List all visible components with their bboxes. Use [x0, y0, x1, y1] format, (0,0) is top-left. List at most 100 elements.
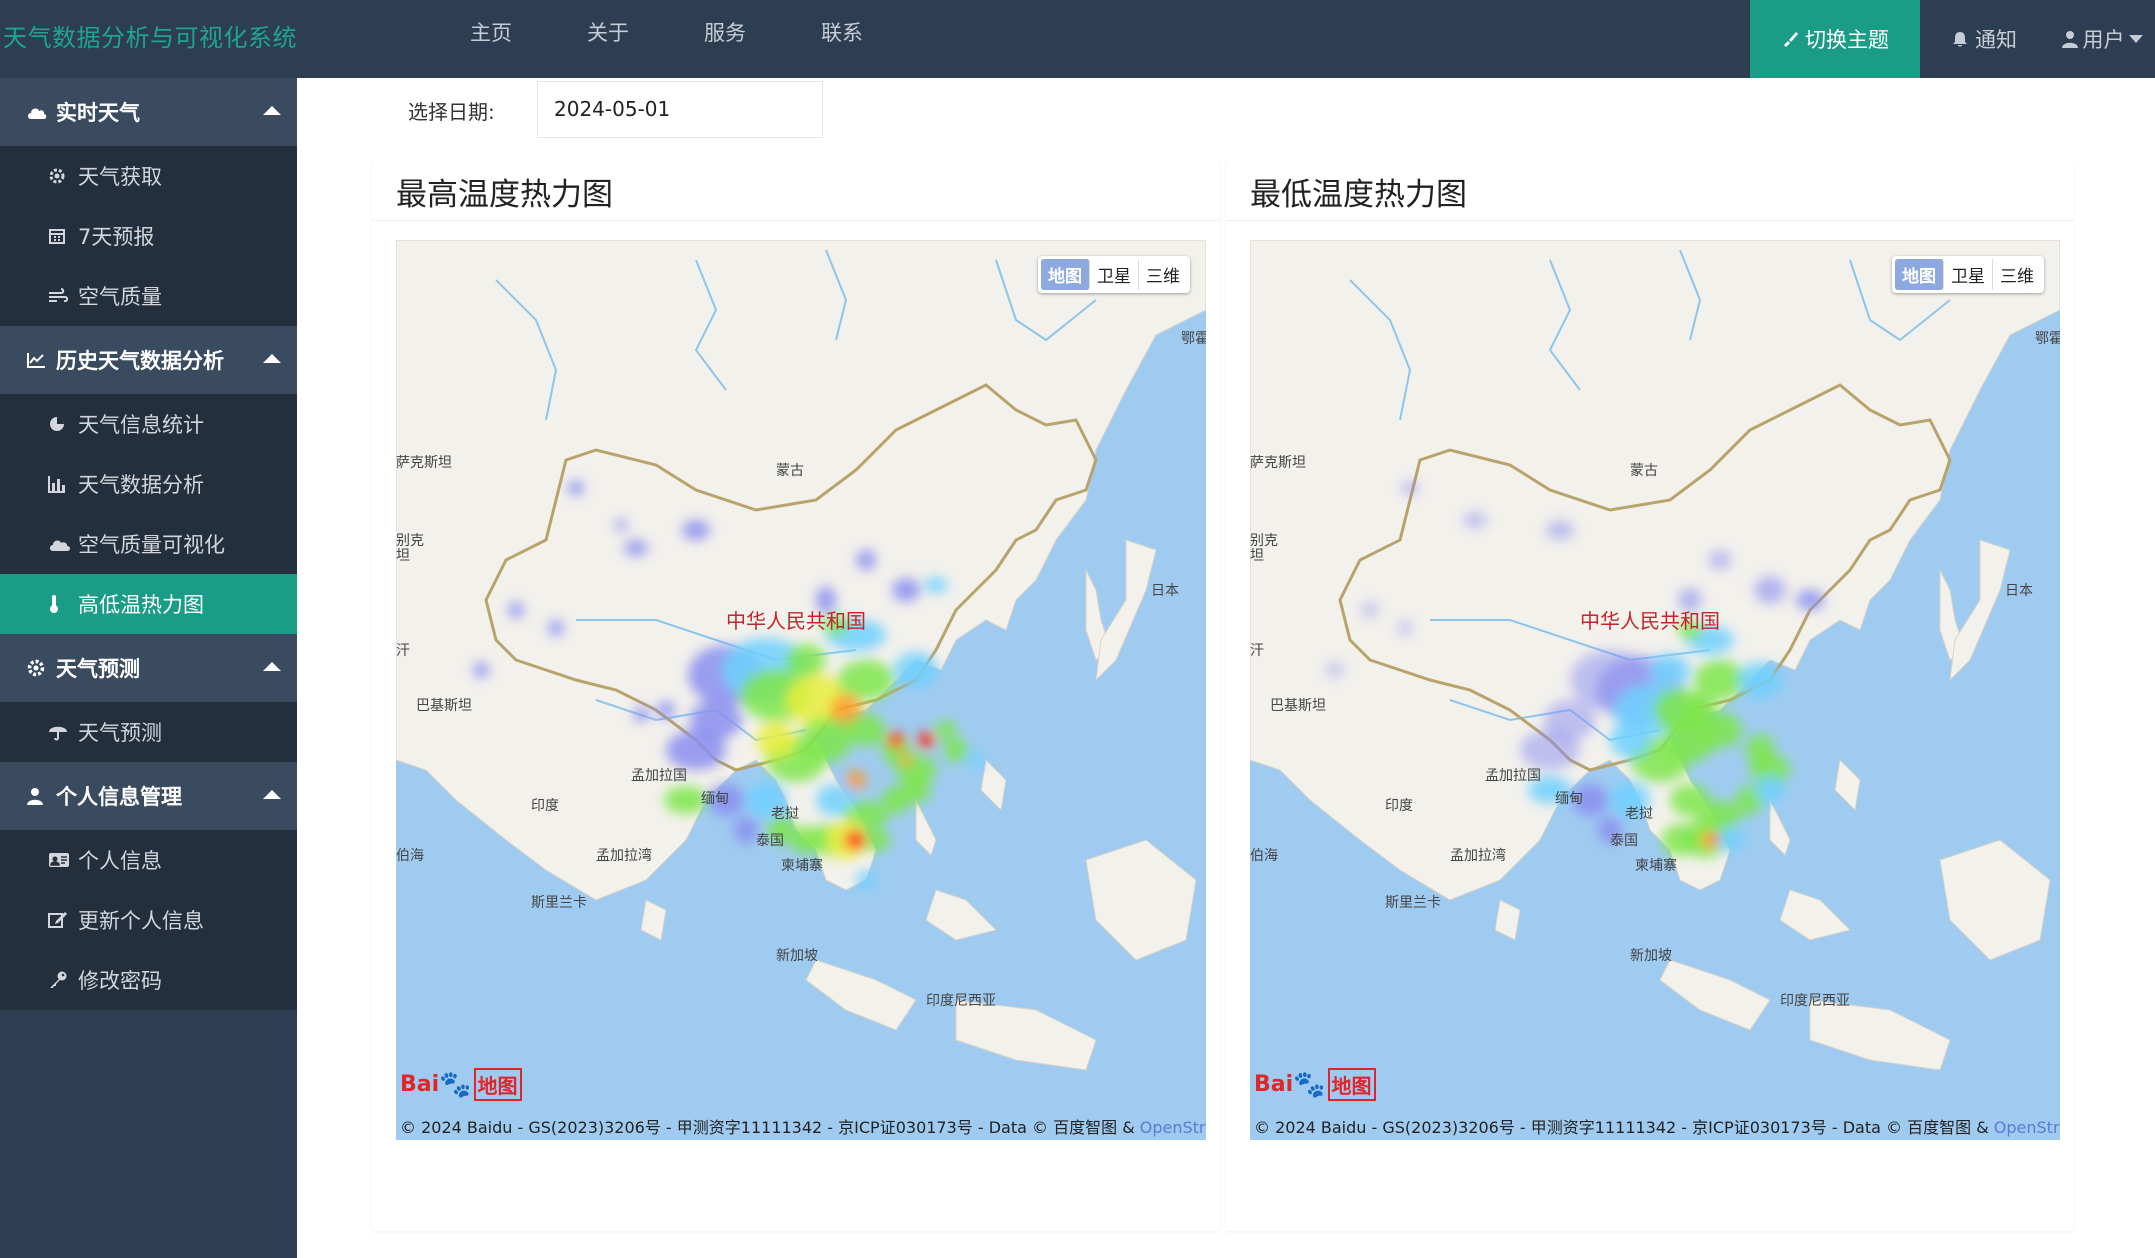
heat-spot: [682, 520, 710, 540]
osm-link[interactable]: OpenStreetMap: [1994, 1118, 2060, 1137]
sidebar-item-update-profile[interactable]: 更新个人信息: [0, 890, 297, 950]
baidu-logo[interactable]: Bai 🐾 地图: [1254, 1068, 1376, 1101]
map-label: 印度尼西亚: [926, 993, 996, 1009]
map-label: 巴基斯坦: [1270, 698, 1326, 714]
sidebar-item-air-quality[interactable]: 空气质量: [0, 266, 297, 326]
heat-spot: [944, 738, 968, 762]
caret-down-icon: [2128, 35, 2143, 43]
map-type-3d[interactable]: 三维: [1139, 259, 1187, 290]
map-label: 孟加拉湾: [1450, 848, 1506, 864]
sidebar-group-prediction[interactable]: 天气预测: [0, 634, 297, 702]
sidebar-item-label: 天气数据分析: [78, 473, 204, 497]
main-content: 选择日期: 2024-05-01 最高温度热力图 地图 卫星 三维 蒙古 萨克斯坦…: [297, 78, 2155, 1258]
sidebar-item-7day-forecast[interactable]: 7天预报: [0, 206, 297, 266]
map-type-satellite[interactable]: 卫星: [1944, 259, 1993, 290]
heat-spot: [892, 578, 920, 602]
osm-link[interactable]: OpenStreetMap: [1140, 1118, 1206, 1137]
map-label: 孟加拉国: [1485, 768, 1541, 784]
user-icon: [2061, 31, 2078, 48]
sidebar-item-label: 个人信息: [78, 849, 162, 873]
heat-spot: [1708, 550, 1732, 570]
sidebar-group-realtime[interactable]: 实时天气: [0, 78, 297, 146]
user-menu[interactable]: 用户: [2048, 0, 2155, 78]
sidebar-group-profile[interactable]: 个人信息管理: [0, 762, 297, 830]
min-temp-heatmap[interactable]: 地图 卫星 三维 蒙古 萨克斯坦 别克坦汗巴基斯坦 孟加拉国 印度 缅甸 老挝 泰国 柬埔寨 孟加…: [1250, 240, 2060, 1140]
heat-spot: [894, 652, 938, 688]
date-picker-input[interactable]: 2024-05-01: [537, 81, 823, 138]
sidebar-item-air-visualization[interactable]: 空气质量可视化: [0, 514, 297, 574]
sidebar-group-history[interactable]: 历史天气数据分析: [0, 326, 297, 394]
sidebar-item-weather-prediction[interactable]: 天气预测: [0, 702, 297, 762]
map-copyright: © 2024 Baidu - GS(2023)3206号 - 甲测资字11111…: [400, 1114, 1206, 1138]
map-label: 孟加拉国: [631, 768, 687, 784]
heat-spot: [1397, 620, 1413, 636]
map-label: 缅甸: [701, 791, 729, 807]
sidebar-item-weather-fetch[interactable]: 天气获取: [0, 146, 297, 206]
max-temp-panel: 最高温度热力图 地图 卫星 三维 蒙古 萨克斯坦 别克坦汗巴基斯坦 孟加拉国 印度 缅甸老…: [372, 161, 1220, 1231]
sidebar-item-label: 高低温热力图: [78, 593, 204, 617]
map-label: 伯海: [396, 848, 424, 864]
heat-spot: [1402, 480, 1418, 496]
nav-services[interactable]: 服务: [680, 0, 797, 78]
sidebar-item-profile-info[interactable]: 个人信息: [0, 830, 297, 890]
heat-spot: [856, 870, 876, 890]
map-label: 鄂霍: [2035, 331, 2060, 347]
sidebar-item-weather-analysis[interactable]: 天气数据分析: [0, 454, 297, 514]
map-label: 汗: [1250, 643, 1264, 659]
heat-spot: [862, 828, 890, 852]
nav-home[interactable]: 主页: [446, 0, 563, 78]
sidebar-item-label: 天气获取: [78, 165, 162, 189]
heat-spot: [473, 662, 489, 678]
map-type-normal[interactable]: 地图: [1041, 259, 1090, 290]
caret-up-icon: [263, 790, 281, 799]
notifications-button[interactable]: 通知: [1920, 0, 2048, 78]
switch-theme-button[interactable]: 切换主题: [1750, 0, 1920, 78]
notifications-label: 通知: [1975, 28, 2017, 52]
sidebar: 实时天气 天气获取 7天预报 空气质量 历史天气数据分析 天气信息统计 天气数据…: [0, 78, 297, 1258]
cloud-icon: [26, 104, 52, 120]
sidebar-item-label: 天气预测: [78, 721, 162, 745]
map-label: 印度: [531, 798, 559, 814]
map-label: 坦: [396, 548, 410, 564]
map-label: 老挝: [771, 806, 799, 822]
map-label: 萨克斯坦: [1250, 455, 1306, 471]
caret-up-icon: [263, 662, 281, 671]
map-label: 缅甸: [1555, 791, 1583, 807]
heat-spot: [1325, 662, 1345, 678]
thermometer-icon: [48, 594, 76, 614]
heat-spot: [1756, 776, 1784, 804]
max-temp-heatmap[interactable]: 地图 卫星 三维 蒙古 萨克斯坦 别克坦汗巴基斯坦 孟加拉国 印度 缅甸 老挝 泰国 柬埔寨 孟加…: [396, 240, 1206, 1140]
heat-spot: [900, 754, 912, 766]
edit-icon: [48, 911, 76, 929]
sidebar-item-change-password[interactable]: 修改密码: [0, 950, 297, 1010]
switch-theme-label: 切换主题: [1805, 28, 1889, 52]
map-label: 斯里兰卡: [531, 895, 587, 911]
nav-contact[interactable]: 联系: [797, 0, 914, 78]
panel-title: 最高温度热力图: [396, 177, 613, 213]
map-label: 萨克斯坦: [396, 455, 452, 471]
sidebar-item-weather-stats[interactable]: 天气信息统计: [0, 394, 297, 454]
map-type-normal[interactable]: 地图: [1895, 259, 1944, 290]
app-title[interactable]: 天气数据分析与可视化系统: [3, 18, 297, 53]
heat-spot: [1650, 654, 1690, 686]
sidebar-item-temperature-heatmap[interactable]: 高低温热力图: [0, 574, 297, 634]
map-type-3d[interactable]: 三维: [1993, 259, 2041, 290]
heat-spot: [666, 730, 726, 770]
heat-spot: [734, 816, 758, 844]
calendar-icon: [48, 227, 76, 245]
map-type-satellite[interactable]: 卫星: [1090, 259, 1139, 290]
nav-about[interactable]: 关于: [563, 0, 680, 78]
map-label: 新加坡: [776, 948, 818, 964]
baidu-logo-map-text: 地图: [473, 1068, 522, 1101]
heat-spot: [918, 732, 934, 748]
map-basemap: [1250, 240, 2060, 1140]
cloud-icon: [48, 536, 76, 552]
sidebar-item-label: 7天预报: [78, 225, 155, 249]
heat-spot: [1520, 730, 1580, 770]
heat-spot: [508, 602, 524, 618]
baidu-logo[interactable]: Bai 🐾 地图: [400, 1068, 522, 1101]
heat-spot: [615, 519, 627, 531]
heat-spot: [1463, 512, 1487, 528]
map-basemap: [396, 240, 1206, 1140]
key-icon: [48, 971, 76, 989]
